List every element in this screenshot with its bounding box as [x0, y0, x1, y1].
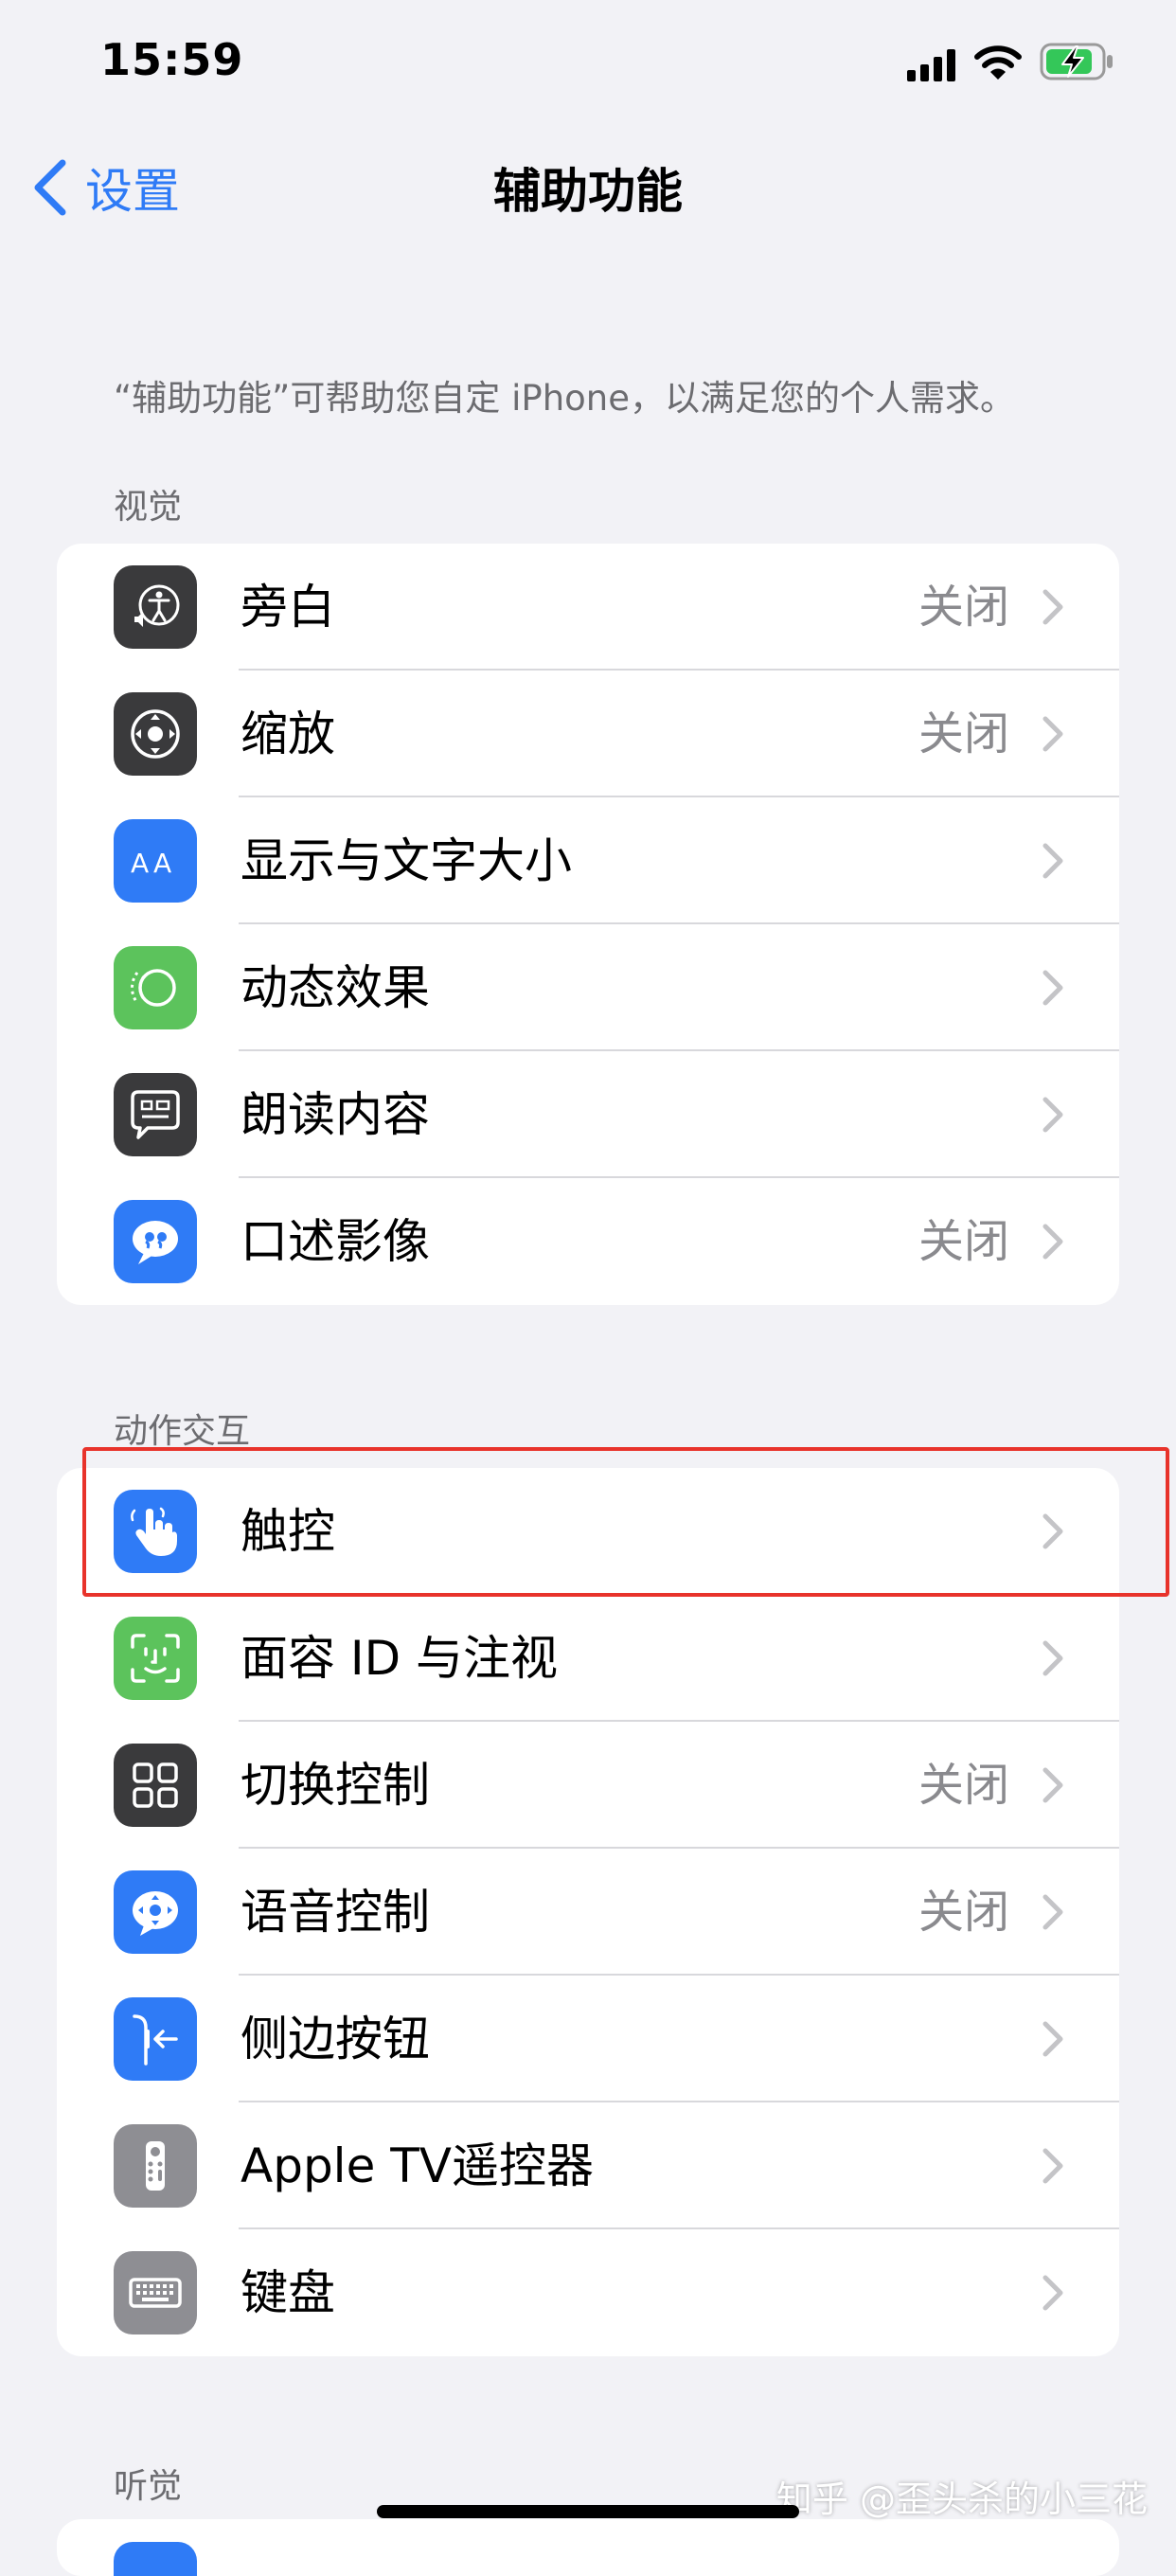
row-value: 关闭	[918, 707, 1009, 760]
audio-description-icon	[114, 1200, 197, 1283]
side-button-icon	[114, 1997, 197, 2081]
row-display-text-size[interactable]: A A 显示与文字大小	[57, 797, 1119, 924]
row-zoom[interactable]: 缩放 关闭	[57, 671, 1119, 797]
row-label: 动态效果	[241, 960, 430, 1015]
cellular-signal-icon	[907, 49, 955, 81]
svg-text:A: A	[131, 848, 149, 879]
row-touch[interactable]: 触控	[57, 1468, 1119, 1595]
spoken-content-icon	[114, 1073, 197, 1156]
row-motion[interactable]: 动态效果	[57, 924, 1119, 1051]
row-label: 显示与文字大小	[241, 833, 572, 888]
row-side-button[interactable]: 侧边按钮	[57, 1976, 1119, 2102]
chevron-right-icon	[1042, 589, 1063, 625]
voiceover-icon	[114, 565, 197, 649]
chevron-right-icon	[1042, 843, 1063, 879]
row-label: 面容 ID 与注视	[241, 1631, 559, 1686]
home-indicator[interactable]	[377, 2505, 799, 2518]
row-label: 键盘	[241, 2265, 335, 2320]
row-label: 口述影像	[241, 1214, 430, 1269]
row-label: 语音控制	[241, 1885, 430, 1940]
chevron-right-icon	[1042, 1097, 1063, 1133]
row-label: 侧边按钮	[241, 2012, 430, 2066]
row-apple-tv-remote[interactable]: Apple TV遥控器	[57, 2102, 1119, 2229]
chevron-right-icon	[1042, 2021, 1063, 2057]
text-size-icon: A A	[114, 819, 197, 903]
row-audio-descriptions[interactable]: 口述影像 关闭	[57, 1178, 1119, 1305]
section-header-hearing: 听觉	[114, 2467, 183, 2506]
chevron-right-icon	[1042, 1224, 1063, 1260]
row-value: 关闭	[918, 1886, 1009, 1939]
row-label: 旁白	[241, 580, 335, 635]
section-header-vision: 视觉	[114, 488, 183, 527]
row-voiceover[interactable]: 旁白 关闭	[57, 544, 1119, 671]
chevron-right-icon	[1042, 2148, 1063, 2184]
row-face-id-attention[interactable]: 面容 ID 与注视	[57, 1595, 1119, 1722]
row-keyboards[interactable]: 键盘	[57, 2229, 1119, 2356]
hearing-row-icon	[114, 2542, 197, 2576]
row-label: 缩放	[241, 707, 335, 761]
row-value: 关闭	[918, 1215, 1009, 1268]
chevron-right-icon	[1042, 716, 1063, 752]
chevron-right-icon	[1042, 1640, 1063, 1676]
row-value: 关闭	[918, 581, 1009, 634]
chevron-right-icon	[1042, 1894, 1063, 1930]
motion-icon	[114, 946, 197, 1029]
interaction-group: 触控 面容 ID 与注视 切换控制 关闭 语音控制 关闭 侧边按钮 Apple …	[57, 1468, 1119, 2356]
hearing-group	[57, 2519, 1119, 2576]
row-label: Apple TV遥控器	[241, 2138, 594, 2193]
wifi-icon	[974, 45, 1022, 80]
row-label: 朗读内容	[241, 1087, 430, 1142]
status-time: 15:59	[100, 34, 244, 85]
row-voice-control[interactable]: 语音控制 关闭	[57, 1849, 1119, 1976]
voice-control-icon	[114, 1870, 197, 1954]
chevron-right-icon	[1042, 2275, 1063, 2311]
section-header-interaction: 动作交互	[114, 1412, 251, 1451]
row-spoken-content[interactable]: 朗读内容	[57, 1051, 1119, 1178]
row-switch-control[interactable]: 切换控制 关闭	[57, 1722, 1119, 1849]
watermark: 知乎 @歪头杀的小三花	[775, 2478, 1148, 2520]
chevron-right-icon	[1042, 970, 1063, 1006]
svg-text:A: A	[153, 848, 171, 879]
zoom-icon	[114, 692, 197, 776]
apple-tv-remote-icon	[114, 2124, 197, 2208]
vision-group: 旁白 关闭 缩放 关闭 A A 显示与文字大小 动态效果 朗读内容 口述影像 关…	[57, 544, 1119, 1305]
row-label: 切换控制	[241, 1758, 430, 1813]
row-value: 关闭	[918, 1759, 1009, 1812]
intro-description: “辅助功能”可帮助您自定 iPhone，以满足您的个人需求。	[114, 378, 1015, 419]
chevron-right-icon	[1042, 1513, 1063, 1549]
face-id-icon	[114, 1617, 197, 1700]
switch-control-icon	[114, 1744, 197, 1827]
chevron-right-icon	[1042, 1767, 1063, 1803]
battery-charging-icon	[1040, 43, 1113, 80]
row-label: 触控	[241, 1504, 335, 1559]
keyboard-icon	[114, 2251, 197, 2334]
touch-icon	[114, 1490, 197, 1573]
page-title: 辅助功能	[493, 164, 683, 219]
